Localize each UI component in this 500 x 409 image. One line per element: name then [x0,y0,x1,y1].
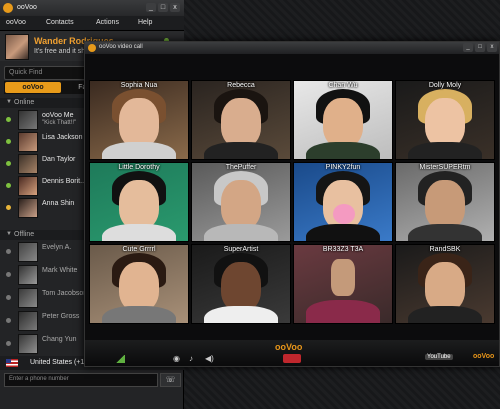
offline-status-icon [6,341,11,346]
video-call-window: ooVoo video call _ □ x Sophia Nua Rebecc… [84,41,500,367]
contact-status: "Kick Thatt!!" [42,120,77,126]
youtube-button[interactable]: YouTube [425,354,453,360]
oovoo-logo-icon [3,3,13,13]
offline-status-icon [6,318,11,323]
quick-find-placeholder: Quick Find [9,69,43,76]
offline-status-icon [6,272,11,277]
contacts-titlebar: ooVoo _ □ x [0,0,184,16]
country-label: United States (+1) [30,359,87,366]
profile-status-message[interactable]: It's free and it sha [34,48,89,55]
video-tile[interactable]: Little Dorothy [89,162,189,242]
video-tile[interactable]: BR33Z3 T3A [293,244,393,324]
oovoo-brand: ooVoo [473,353,495,360]
contact-name: Lisa Jackson [42,134,83,141]
phone-number-input[interactable]: Enter a phone number [4,373,158,387]
participant-name: Rebecca [227,82,255,89]
close-button[interactable]: x [170,3,180,12]
participant-name: Chan Wu [328,82,358,89]
video-tile[interactable]: Sophia Nua [89,80,189,160]
avatar [18,132,38,152]
participant-name: Dolly Moly [428,82,462,89]
contact-name: Chang Yun [42,336,77,343]
contact-name: Evelyn A. [42,244,72,251]
phone-placeholder: Enter a phone number [9,376,69,382]
volume-icon[interactable]: ◀) [205,354,214,363]
end-call-button[interactable] [283,354,301,363]
contact-name: ooVoo Me [42,112,74,119]
avatar [18,198,38,218]
participant-name: Little Dorothy [118,164,160,171]
profile-avatar[interactable] [5,34,29,60]
contact-name: Dennis Borit... [42,178,86,185]
offline-status-icon [6,249,11,254]
video-tile[interactable]: RandSBK [395,244,495,324]
menu-oovoo[interactable]: ooVoo [6,19,26,26]
maximize-button[interactable]: □ [475,43,485,52]
participant-name: SuperArtist [223,246,259,253]
video-tile[interactable]: SuperArtist [191,244,291,324]
video-tile[interactable]: Rebecca [191,80,291,160]
minimize-button[interactable]: _ [463,43,473,52]
app-title: ooVoo [17,4,37,11]
avatar [18,242,38,262]
offline-status-icon [6,295,11,300]
online-status-icon [6,183,11,188]
close-button[interactable]: x [487,43,497,52]
contact-name: Tom Jacobson [42,290,88,297]
microphone-icon[interactable]: ♪ [189,354,193,363]
tab-oovoo[interactable]: ooVoo [5,82,61,93]
avatar [18,311,38,331]
contact-name: Peter Gross [42,313,80,320]
menu-help[interactable]: Help [138,19,152,26]
participant-name: Cute Grrrrl [122,246,156,253]
maximize-button[interactable]: □ [158,3,168,12]
participant-name: PINKY2fun [325,164,361,171]
avatar [18,110,38,130]
participant-name: Sophia Nua [120,82,158,89]
video-titlebar: ooVoo video call _ □ x [85,42,499,54]
video-tile[interactable]: Cute Grrrrl [89,244,189,324]
contact-name: Mark White [42,267,78,274]
menu-actions[interactable]: Actions [96,19,119,26]
camera-icon[interactable]: ◉ [173,354,180,363]
avatar [18,176,38,196]
section-offline-label: Offline [14,231,35,238]
video-tile[interactable]: Chan Wu [293,80,393,160]
avatar [18,288,38,308]
avatar [18,334,38,354]
contact-name: Dan Taylor [42,156,76,163]
menu-bar: ooVoo Contacts Actions Help [0,16,184,31]
avatar [18,265,38,285]
collapse-arrow-icon[interactable]: ▼ [6,231,12,237]
away-status-icon [6,205,11,210]
us-flag-icon [6,359,18,367]
video-window-title: ooVoo video call [99,44,143,50]
online-status-icon [6,117,11,122]
oovoo-logo: ooVoo [275,342,303,352]
section-online-label: Online [14,99,35,106]
video-tile[interactable]: PINKY2fun [293,162,393,242]
video-tile[interactable]: ThePuffer [191,162,291,242]
video-controls-bar: ooVoo ◉ ♪ ◀) YouTube ooVoo [85,340,499,366]
participant-name: BR33Z3 T3A [322,246,364,253]
avatar [18,154,38,174]
contact-name: Anna Shin [42,200,75,207]
oovoo-logo-icon [88,44,96,52]
signal-strength-icon [115,355,125,363]
participant-name: RandSBK [429,246,461,253]
collapse-arrow-icon[interactable]: ▼ [6,99,12,105]
online-status-icon [6,139,11,144]
online-status-icon [6,161,11,166]
participant-name: ThePuffer [225,164,257,171]
minimize-button[interactable]: _ [146,3,156,12]
video-tile[interactable]: MisterSUPERtm [395,162,495,242]
menu-contacts[interactable]: Contacts [46,19,74,26]
video-tile[interactable]: Dolly Moly [395,80,495,160]
call-phone-button[interactable]: ☏ [160,373,181,387]
participant-name: MisterSUPERtm [419,164,471,171]
